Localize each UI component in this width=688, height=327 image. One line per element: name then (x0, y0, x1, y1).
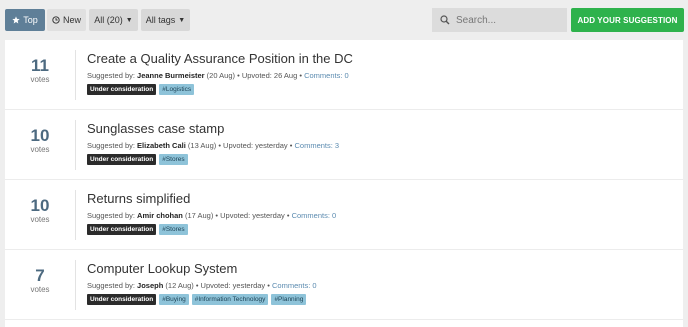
filter-tags-dropdown[interactable]: All tags ▼ (141, 9, 190, 31)
add-suggestion-button[interactable]: ADD YOUR SUGGESTION (571, 8, 684, 32)
suggestion-dates: (13 Aug) • Upvoted: yesterday • (187, 141, 293, 150)
vote-number: 11 (31, 56, 49, 75)
tag-list: Under consideration #Logistics (87, 84, 677, 95)
suggestion-item[interactable]: 11 votes Create a Quality Assurance Posi… (5, 40, 683, 110)
suggestion-title[interactable]: Computer Lookup System (87, 261, 677, 277)
vote-count[interactable]: 10 votes (5, 127, 75, 155)
filter-tags-label: All tags (145, 15, 176, 25)
sort-top-button[interactable]: Top (5, 9, 45, 31)
category-tag[interactable]: #Information Technology (191, 294, 269, 305)
status-badge: Under consideration (87, 154, 157, 165)
divider (75, 190, 76, 240)
sort-top-label: Top (23, 15, 38, 25)
filter-all-dropdown[interactable]: All (20) ▼ (89, 9, 138, 31)
suggested-by-label: Suggested by: (87, 141, 135, 150)
category-tag[interactable]: #Buying (159, 294, 189, 305)
author-name: Amir chohan (137, 211, 183, 220)
suggestion-content: Returns simplified Suggested by: Amir ch… (87, 191, 677, 235)
vote-number: 7 (35, 266, 45, 285)
search-icon (440, 15, 450, 25)
search-input[interactable] (456, 14, 566, 26)
category-tag[interactable]: #Logistics (159, 84, 195, 95)
vote-number: 10 (30, 126, 50, 145)
suggestion-content: Computer Lookup System Suggested by: Jos… (87, 261, 677, 305)
suggestion-title[interactable]: Returns simplified (87, 191, 677, 207)
vote-count[interactable]: 10 votes (5, 197, 75, 225)
caret-down-icon: ▼ (178, 16, 186, 24)
suggestion-meta: Suggested by: Joseph (12 Aug) • Upvoted:… (87, 280, 677, 291)
add-suggestion-label: ADD YOUR SUGGESTION (577, 15, 678, 25)
divider (75, 120, 76, 170)
vote-label: votes (30, 285, 50, 294)
suggestion-meta: Suggested by: Jeanne Burmeister (20 Aug)… (87, 70, 677, 81)
status-badge: Under consideration (87, 224, 157, 235)
vote-count[interactable]: 11 votes (5, 57, 75, 85)
status-badge: Under consideration (87, 294, 157, 305)
category-tag[interactable]: #Planning (271, 294, 307, 305)
suggestion-meta: Suggested by: Amir chohan (17 Aug) • Upv… (87, 210, 677, 221)
clock-icon (52, 16, 60, 24)
vote-label: votes (30, 215, 50, 224)
suggestion-dates: (17 Aug) • Upvoted: yesterday • (184, 211, 290, 220)
suggestion-title[interactable]: Create a Quality Assurance Position in t… (87, 51, 677, 67)
comments-link[interactable]: Comments: 0 (304, 71, 349, 80)
status-badge: Under consideration (87, 84, 157, 95)
author-name: Jeanne Burmeister (137, 71, 205, 80)
sort-new-button[interactable]: New (47, 9, 86, 31)
suggested-by-label: Suggested by: (87, 211, 135, 220)
suggestion-item[interactable]: 7 votes Computer Lookup System Suggested… (5, 250, 683, 320)
suggested-by-label: Suggested by: (87, 71, 135, 80)
vote-count[interactable]: 7 votes (5, 267, 75, 295)
search-box[interactable] (432, 8, 567, 32)
tag-list: Under consideration #Buying #Information… (87, 294, 677, 305)
suggestion-content: Sunglasses case stamp Suggested by: Eliz… (87, 121, 677, 165)
author-name: Elizabeth Cali (137, 141, 186, 150)
vote-label: votes (30, 75, 50, 84)
suggestion-meta: Suggested by: Elizabeth Cali (13 Aug) • … (87, 140, 677, 151)
suggestion-item[interactable]: 10 votes Returns simplified Suggested by… (5, 180, 683, 250)
vote-number: 10 (30, 196, 50, 215)
suggestion-dates: (12 Aug) • Upvoted: yesterday • (165, 281, 270, 290)
suggestion-list: 11 votes Create a Quality Assurance Posi… (5, 40, 683, 327)
comments-link[interactable]: Comments: 0 (292, 211, 337, 220)
filter-all-label: All (20) (94, 15, 123, 25)
suggestion-dates: (20 Aug) • Upvoted: 26 Aug • (206, 71, 302, 80)
divider (75, 50, 76, 100)
suggestion-content: Create a Quality Assurance Position in t… (87, 51, 677, 95)
divider (75, 260, 76, 310)
tag-list: Under consideration #Stores (87, 224, 677, 235)
author-name: Joseph (137, 281, 164, 290)
suggested-by-label: Suggested by: (87, 281, 135, 290)
comments-link[interactable]: Comments: 0 (272, 281, 317, 290)
suggestion-title[interactable]: Sunglasses case stamp (87, 121, 677, 137)
suggestion-item[interactable]: 10 votes Sunglasses case stamp Suggested… (5, 110, 683, 180)
comments-link[interactable]: Comments: 3 (294, 141, 339, 150)
caret-down-icon: ▼ (125, 16, 133, 24)
toolbar: Top New All (20) ▼ All tags ▼ ADD YOUR S… (0, 0, 688, 40)
sort-new-label: New (62, 15, 81, 25)
star-icon (12, 16, 20, 24)
category-tag[interactable]: #Stores (159, 154, 188, 165)
vote-label: votes (30, 145, 50, 154)
category-tag[interactable]: #Stores (159, 224, 188, 235)
tag-list: Under consideration #Stores (87, 154, 677, 165)
